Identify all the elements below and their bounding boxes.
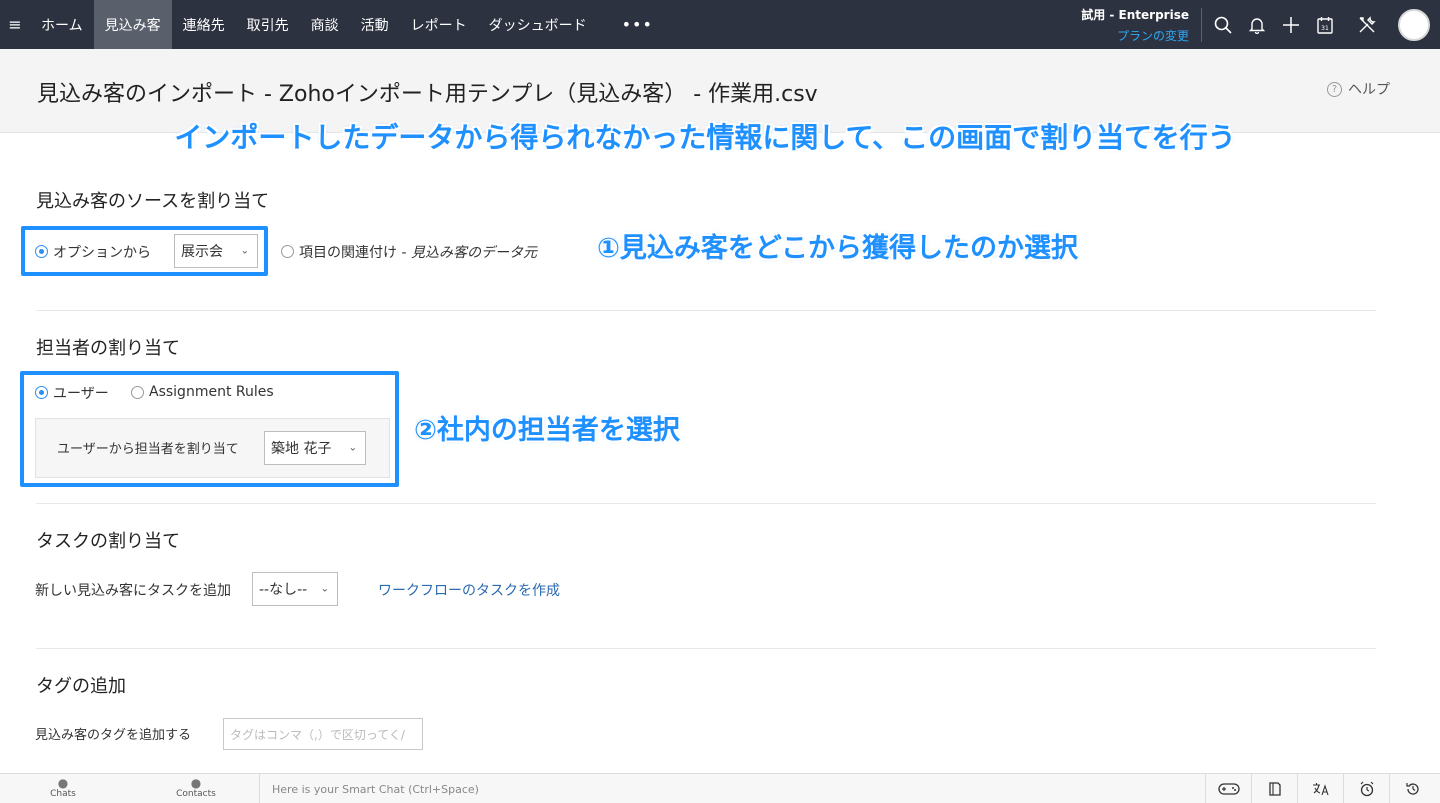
tag-input[interactable]: タグはコンマ（,）で区切ってく/ bbox=[223, 718, 423, 750]
plus-icon[interactable] bbox=[1274, 0, 1308, 49]
help-icon: ? bbox=[1327, 81, 1342, 97]
nav-tab-deals[interactable]: 商談 bbox=[300, 0, 350, 49]
section-title-tags: タグの追加 bbox=[36, 676, 126, 697]
add-tag-label: 見込み客のタグを追加する bbox=[35, 728, 192, 743]
chevron-down-icon: ⌄ bbox=[348, 442, 357, 454]
divider bbox=[36, 503, 1376, 504]
section-title-task: タスクの割り当て bbox=[36, 531, 180, 552]
tools-icon[interactable] bbox=[1350, 0, 1384, 49]
radio-user[interactable] bbox=[35, 386, 48, 399]
nav-tab-accounts[interactable]: 取引先 bbox=[236, 0, 300, 49]
bottom-bar: ● Chats ● Contacts Here is your Smart Ch… bbox=[0, 773, 1440, 803]
annotation-banner: インポートしたデータから得られなかった情報に関して、この画面で割り当てを行う bbox=[174, 121, 1236, 154]
assignee-select-value: 築地 花子 bbox=[271, 441, 332, 457]
calendar-icon[interactable]: 31 bbox=[1308, 0, 1342, 49]
field-mapping-field: 見込み客のデータ元 bbox=[410, 245, 537, 261]
nav-tab-home[interactable]: ホーム bbox=[30, 0, 94, 49]
assign-user-label: ユーザーから担当者を割り当て bbox=[57, 442, 239, 457]
section-title-owner: 担当者の割り当て bbox=[36, 338, 180, 359]
section-title-source: 見込み客のソースを割り当て bbox=[36, 191, 270, 212]
option-from-label: オプションから bbox=[53, 245, 151, 261]
change-plan-link[interactable]: プランの変更 bbox=[1081, 27, 1189, 44]
chats-button[interactable]: ● Chats bbox=[23, 774, 103, 803]
annotation-step2: ②社内の担当者を選択 bbox=[414, 415, 680, 446]
divider bbox=[36, 310, 1376, 311]
contacts-button[interactable]: ● Contacts bbox=[156, 774, 236, 803]
radio-assignment-rules[interactable] bbox=[131, 386, 144, 399]
chevron-down-icon: ⌄ bbox=[240, 245, 249, 257]
translate-icon[interactable] bbox=[1297, 774, 1343, 803]
nav-tab-contacts[interactable]: 連絡先 bbox=[172, 0, 236, 49]
nav-tab-leads[interactable]: 見込み客 bbox=[93, 0, 172, 49]
nav-tab-activities[interactable]: 活動 bbox=[350, 0, 400, 49]
plan-info: 試用 - Enterprise プランの変更 bbox=[1081, 7, 1202, 44]
search-icon[interactable] bbox=[1206, 0, 1240, 49]
annotation-step1: ①見込み客をどこから獲得したのか選択 bbox=[597, 233, 1079, 264]
alarm-icon[interactable] bbox=[1343, 774, 1389, 803]
user-label: ユーザー bbox=[53, 386, 109, 402]
calendar-day: 31 bbox=[1321, 25, 1329, 32]
radio-field-mapping[interactable] bbox=[281, 245, 294, 258]
source-select[interactable]: 展示会 ⌄ bbox=[174, 234, 258, 268]
gamepad-icon[interactable] bbox=[1205, 774, 1251, 803]
task-select[interactable]: --なし-- ⌄ bbox=[252, 572, 338, 606]
help-link[interactable]: ? ヘルプ bbox=[1327, 79, 1390, 99]
bell-icon[interactable] bbox=[1240, 0, 1274, 49]
task-select-value: --なし-- bbox=[259, 582, 308, 598]
field-mapping-prefix: 項目の関連付け - bbox=[299, 245, 411, 261]
help-label: ヘルプ bbox=[1348, 82, 1390, 98]
assignee-select[interactable]: 築地 花子 ⌄ bbox=[264, 431, 366, 465]
assignment-rules-label: Assignment Rules bbox=[149, 384, 274, 400]
divider bbox=[36, 648, 1376, 649]
top-nav: ≡ ホーム 見込み客 連絡先 取引先 商談 活動 レポート ダッシュボード ••… bbox=[0, 0, 1440, 49]
more-tabs-icon[interactable]: ••• bbox=[598, 0, 677, 49]
field-mapping-label: 項目の関連付け - 見込み客のデータ元 bbox=[299, 242, 537, 262]
plan-title: 試用 - Enterprise bbox=[1081, 7, 1189, 22]
smart-chat-input[interactable]: Here is your Smart Chat (Ctrl+Space) bbox=[259, 774, 1204, 803]
chevron-down-icon: ⌄ bbox=[320, 583, 329, 595]
nav-tab-dashboards[interactable]: ダッシュボード bbox=[478, 0, 598, 49]
history-icon[interactable] bbox=[1389, 774, 1435, 803]
workflow-task-link[interactable]: ワークフローのタスクを作成 bbox=[378, 580, 560, 600]
radio-option-from[interactable] bbox=[35, 245, 48, 258]
chats-label: Chats bbox=[50, 789, 76, 799]
contacts-label: Contacts bbox=[176, 789, 216, 799]
person-icon: ● bbox=[190, 776, 202, 790]
notes-icon[interactable] bbox=[1251, 774, 1297, 803]
menu-icon[interactable]: ≡ bbox=[0, 0, 30, 49]
add-task-label: 新しい見込み客にタスクを追加 bbox=[35, 583, 231, 599]
page-title: 見込み客のインポート - Zohoインポート用テンプレ（見込み客） - 作業用.… bbox=[37, 82, 818, 107]
chat-bubble-icon: ● bbox=[57, 776, 69, 790]
nav-tab-reports[interactable]: レポート bbox=[400, 0, 478, 49]
avatar[interactable] bbox=[1398, 8, 1430, 41]
source-select-value: 展示会 bbox=[181, 244, 223, 260]
